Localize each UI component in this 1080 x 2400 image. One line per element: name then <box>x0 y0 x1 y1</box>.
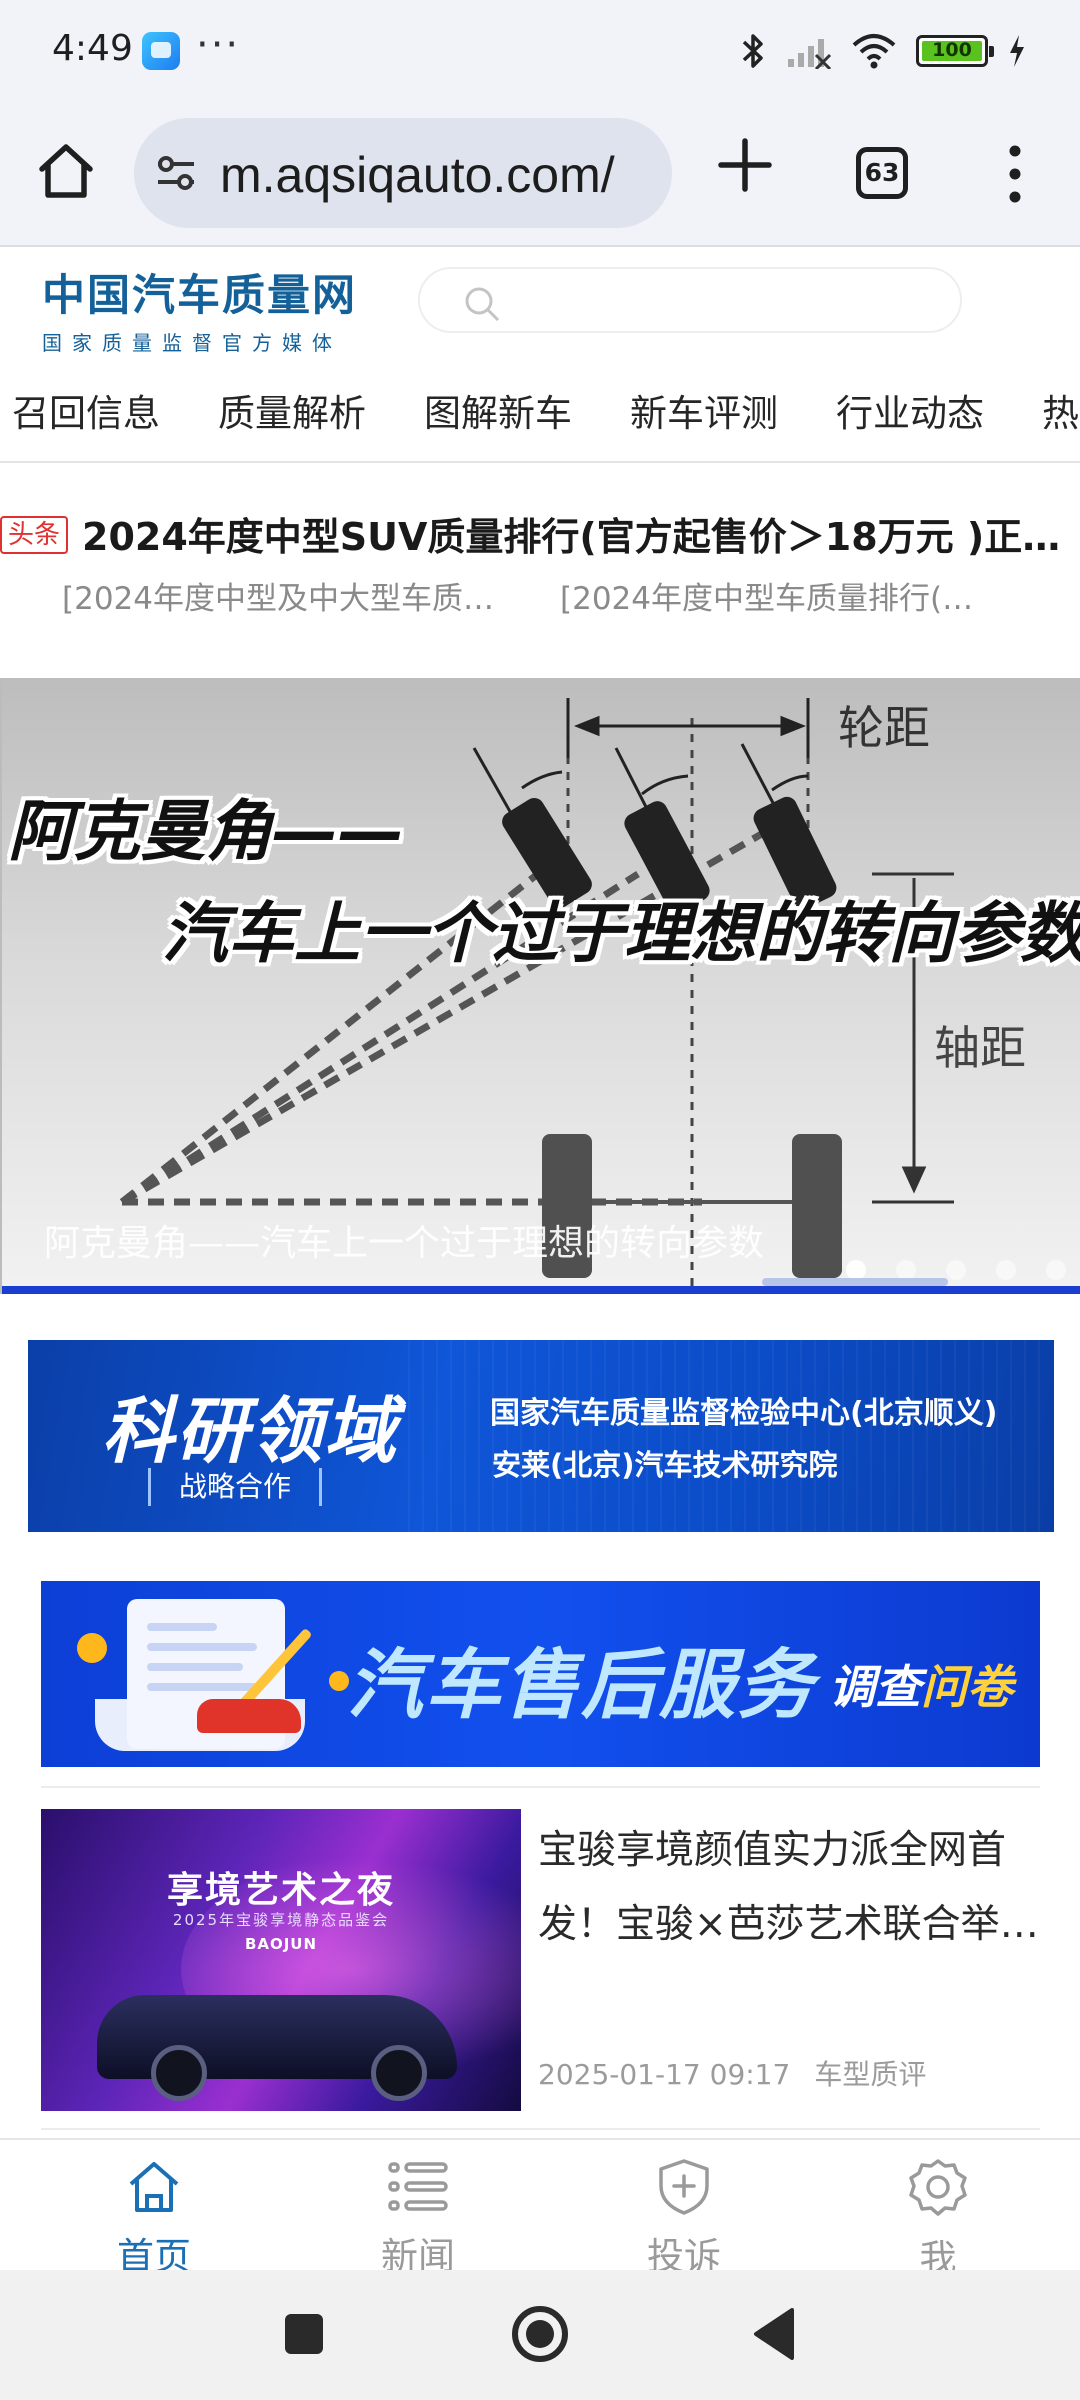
divider <box>41 2128 1040 2130</box>
battery-icon: 100 <box>916 35 994 67</box>
category-hot[interactable]: 热 <box>1042 383 1079 437</box>
tab-me[interactable]: 我 <box>848 2148 1028 2280</box>
ad1-line2: 安莱(北京)汽车技术研究院 <box>492 1448 838 1482</box>
headline-sub-link[interactable]: [2024年度中型车质量排行(官方起售价)] <box>560 573 1000 618</box>
banner-label-wheelbase: 轮距 <box>838 701 930 755</box>
home-icon[interactable] <box>34 139 98 203</box>
browser-toolbar: m.aqsiqauto.com/ 63 <box>0 105 1080 247</box>
thumb-title: 享境艺术之夜 <box>166 1870 395 1911</box>
new-tab-icon[interactable] <box>715 135 775 195</box>
carousel-indicator <box>846 1260 1066 1280</box>
carousel-progress-bar <box>2 1286 1080 1294</box>
tab-news[interactable]: 新闻 <box>328 2148 508 2278</box>
category-industry-news[interactable]: 行业动态 <box>836 383 984 437</box>
wifi-icon <box>852 34 896 69</box>
category-new-car-review[interactable]: 新车评测 <box>630 383 778 437</box>
news-category[interactable]: 车型质评 <box>814 2058 926 2091</box>
ad2-subtitle: 调查问卷 <box>829 1651 1013 1717</box>
headline-badge: 头条 <box>0 516 68 554</box>
logo-title: 中国汽车质量网 <box>42 273 357 320</box>
banner-carousel[interactable]: 轮距 轴距 阿克曼角—— 汽车上一个过于理想的转向参数 阿克曼角——汽车上一个过… <box>0 678 1080 1294</box>
coin-icon <box>77 1633 107 1663</box>
research-partnership-ad[interactable]: 科研领域 战略合作 国家汽车质量监督检验中心(北京顺义) 安莱(北京)汽车技术研… <box>28 1340 1054 1532</box>
ad2-subtitle-highlight: 问卷 <box>921 1660 1013 1714</box>
carousel-dot[interactable] <box>996 1260 1016 1280</box>
category-new-car-illustrated[interactable]: 图解新车 <box>424 383 572 437</box>
site-search-input[interactable] <box>418 267 962 333</box>
coin-icon <box>329 1671 349 1691</box>
headline-sub-link[interactable]: [2024年度中型及中大型车质量排行] <box>62 573 502 618</box>
url-text[interactable]: m.aqsiqauto.com/ <box>220 146 615 204</box>
news-title[interactable]: 宝骏享境颜值实力派全网首发！宝骏×芭莎艺术联合举办艺术之夜 <box>538 1814 1044 1962</box>
gear-icon <box>909 2159 967 2216</box>
back-button[interactable] <box>750 2304 798 2364</box>
carousel-dot[interactable] <box>896 1260 916 1280</box>
charging-icon <box>1010 35 1024 67</box>
ad1-title: 科研领域 <box>102 1389 399 1473</box>
status-overflow: ··· <box>196 22 241 68</box>
carousel-dot[interactable] <box>1046 1260 1066 1280</box>
category-nav: 召回信息 质量解析 图解新车 新车评测 行业动态 热 <box>0 355 1080 463</box>
thumb-brand: BAOJUN <box>244 1935 318 1953</box>
tab-home[interactable]: 首页 <box>64 2148 244 2278</box>
system-navigation-bar <box>0 2270 1080 2400</box>
news-date: 2025-01-17 09:17 <box>538 2058 791 2091</box>
ackermann-diagram <box>119 698 954 1294</box>
banner-title-line2: 汽车上一个过于理想的转向参数 <box>162 895 1080 972</box>
ad2-subtitle-prefix: 调查 <box>829 1660 921 1714</box>
bottom-tab-bar: 首页 新闻 投诉 我 <box>0 2138 1080 2280</box>
status-time: 4:49 <box>52 28 133 69</box>
list-icon <box>388 2162 448 2211</box>
home-icon <box>129 2162 179 2212</box>
after-sales-survey-ad[interactable]: 汽车售后服务 调查问卷 <box>41 1581 1040 1767</box>
headline-title[interactable]: 2024年度中型SUV质量排行(官方起售价＞18万元 )正式发布 <box>82 506 1072 561</box>
news-thumbnail[interactable]: 享境艺术之夜 2025年宝骏享境静态品鉴会 BAOJUN <box>41 1809 521 2111</box>
category-recall[interactable]: 召回信息 <box>12 383 160 437</box>
banner-caption[interactable]: 阿克曼角——汽车上一个过于理想的转向参数 <box>44 1214 764 1266</box>
tab-complaint[interactable]: 投诉 <box>594 2148 774 2278</box>
url-bar[interactable]: m.aqsiqauto.com/ <box>134 118 672 228</box>
headline[interactable]: 头条 2024年度中型SUV质量排行(官方起售价＞18万元 )正式发布 <box>0 500 1080 560</box>
carousel-progress-segment <box>762 1278 948 1286</box>
thumb-subtitle: 2025年宝骏享境静态品鉴会 <box>172 1911 390 1929</box>
ad1-subtitle: 战略合作 <box>148 1468 323 1506</box>
search-icon <box>465 287 500 322</box>
tab-switcher-icon[interactable]: 63 <box>856 147 908 199</box>
wheel-illustration <box>371 2045 427 2101</box>
car-icon <box>197 1699 301 1733</box>
logo-subtitle: 国家质量监督官方媒体 <box>42 333 342 355</box>
ad2-title: 汽车售后服务 <box>347 1640 815 1729</box>
shield-plus-icon <box>659 2159 709 2215</box>
banner-label-axle: 轴距 <box>934 1021 1026 1075</box>
status-bar: 4:49 ··· 100 <box>0 0 1080 105</box>
news-meta: 2025-01-17 09:17 车型质评 <box>538 2053 926 2093</box>
battery-level: 100 <box>932 39 972 61</box>
wheel-illustration <box>151 2045 207 2101</box>
recents-button[interactable] <box>282 2304 326 2364</box>
site-logo[interactable]: 中国汽车质量网 国家质量监督官方媒体 <box>42 261 357 355</box>
divider <box>41 1786 1040 1788</box>
more-menu-icon[interactable] <box>1000 143 1030 205</box>
signal-icon <box>788 39 832 69</box>
banner-title-line1: 阿克曼角—— <box>8 793 404 870</box>
site-settings-icon[interactable] <box>154 151 198 195</box>
carousel-dot[interactable] <box>846 1260 866 1280</box>
home-button[interactable] <box>508 2304 572 2364</box>
ad1-line1: 国家汽车质量监督检验中心(北京顺义) <box>490 1396 998 1431</box>
app-notification-icon <box>142 32 180 70</box>
category-quality-analysis[interactable]: 质量解析 <box>218 383 366 437</box>
carousel-dot[interactable] <box>946 1260 966 1280</box>
bluetooth-icon <box>742 34 763 68</box>
site-header: 中国汽车质量网 国家质量监督官方媒体 <box>0 249 1080 355</box>
